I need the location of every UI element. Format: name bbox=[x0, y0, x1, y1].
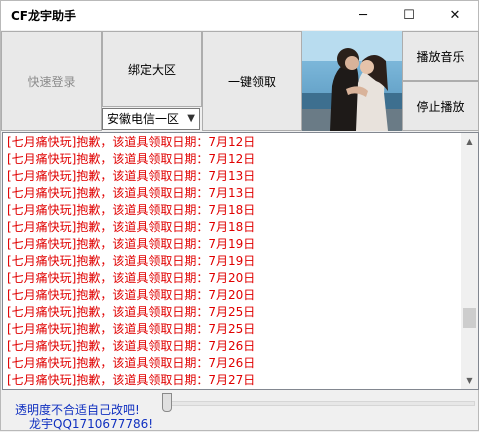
scroll-up-arrow-icon[interactable]: ▲ bbox=[461, 133, 478, 150]
transparency-slider-track[interactable] bbox=[167, 401, 475, 406]
log-line: [七月痛快玩]抱歉，该道具领取日期：7月13日 bbox=[7, 186, 256, 200]
log-line: [七月痛快玩]抱歉，该道具领取日期：7月20日 bbox=[7, 288, 256, 302]
log-line: [七月痛快玩]抱歉，该道具领取日期：7月12日 bbox=[7, 135, 256, 149]
title-bar[interactable]: CF龙宇助手 ─ ☐ ✕ bbox=[1, 1, 478, 30]
log-line: [七月痛快玩]抱歉，该道具领取日期：7月18日 bbox=[7, 203, 256, 217]
log-line: [七月痛快玩]抱歉，该道具领取日期：7月25日 bbox=[7, 305, 256, 319]
contact-qq: 龙宇QQ1710677786! bbox=[29, 417, 154, 431]
maximize-button[interactable]: ☐ bbox=[386, 1, 432, 30]
region-select[interactable]: 安徽电信一区 ▼ bbox=[102, 108, 200, 130]
log-line: [七月痛快玩]抱歉，该道具领取日期：7月19日 bbox=[7, 237, 256, 251]
chevron-down-icon: ▼ bbox=[187, 113, 195, 124]
stop-playing-button[interactable]: 停止播放 bbox=[402, 81, 479, 131]
log-line: [七月痛快玩]抱歉，该道具领取日期：7月18日 bbox=[7, 220, 256, 234]
scroll-down-arrow-icon[interactable]: ▼ bbox=[461, 372, 478, 389]
minimize-button[interactable]: ─ bbox=[340, 1, 386, 30]
main-window: CF龙宇助手 ─ ☐ ✕ 快速登录 绑定大区 安徽电信一区 ▼ 一键领取 播放音… bbox=[0, 0, 479, 431]
maximize-icon: ☐ bbox=[403, 8, 415, 23]
close-button[interactable]: ✕ bbox=[432, 1, 478, 30]
log-line: [七月痛快玩]抱歉，该道具领取日期：7月27日 bbox=[7, 373, 256, 387]
window-title: CF龙宇助手 bbox=[11, 9, 77, 23]
close-icon: ✕ bbox=[449, 8, 461, 23]
log-line: [七月痛快玩]抱歉，该道具领取日期：7月12日 bbox=[7, 152, 256, 166]
play-music-button[interactable]: 播放音乐 bbox=[402, 31, 479, 81]
log-line: [七月痛快玩]抱歉，该道具领取日期：7月19日 bbox=[7, 254, 256, 268]
transparency-slider-thumb[interactable] bbox=[162, 393, 172, 412]
log-scrollbar[interactable]: ▲ ▼ bbox=[461, 133, 478, 389]
bind-region-button[interactable]: 绑定大区 bbox=[102, 31, 202, 107]
couple-photo bbox=[302, 31, 402, 131]
log-line: [七月痛快玩]抱歉，该道具领取日期：7月25日 bbox=[7, 322, 256, 336]
log-line: [七月痛快玩]抱歉，该道具领取日期：7月13日 bbox=[7, 169, 256, 183]
one-click-claim-button[interactable]: 一键领取 bbox=[202, 31, 302, 131]
log-list[interactable]: [七月痛快玩]抱歉，该道具领取日期：7月12日 [七月痛快玩]抱歉，该道具领取日期… bbox=[2, 132, 479, 390]
quick-login-button[interactable]: 快速登录 bbox=[1, 31, 102, 131]
scrollbar-thumb[interactable] bbox=[463, 307, 476, 328]
minimize-icon: ─ bbox=[359, 8, 367, 23]
region-select-value: 安徽电信一区 bbox=[107, 112, 180, 126]
log-line: [七月痛快玩]抱歉，该道具领取日期：7月26日 bbox=[7, 339, 256, 353]
log-line: [七月痛快玩]抱歉，该道具领取日期：7月26日 bbox=[7, 356, 256, 370]
log-line: [七月痛快玩]抱歉，该道具领取日期：7月20日 bbox=[7, 271, 256, 285]
